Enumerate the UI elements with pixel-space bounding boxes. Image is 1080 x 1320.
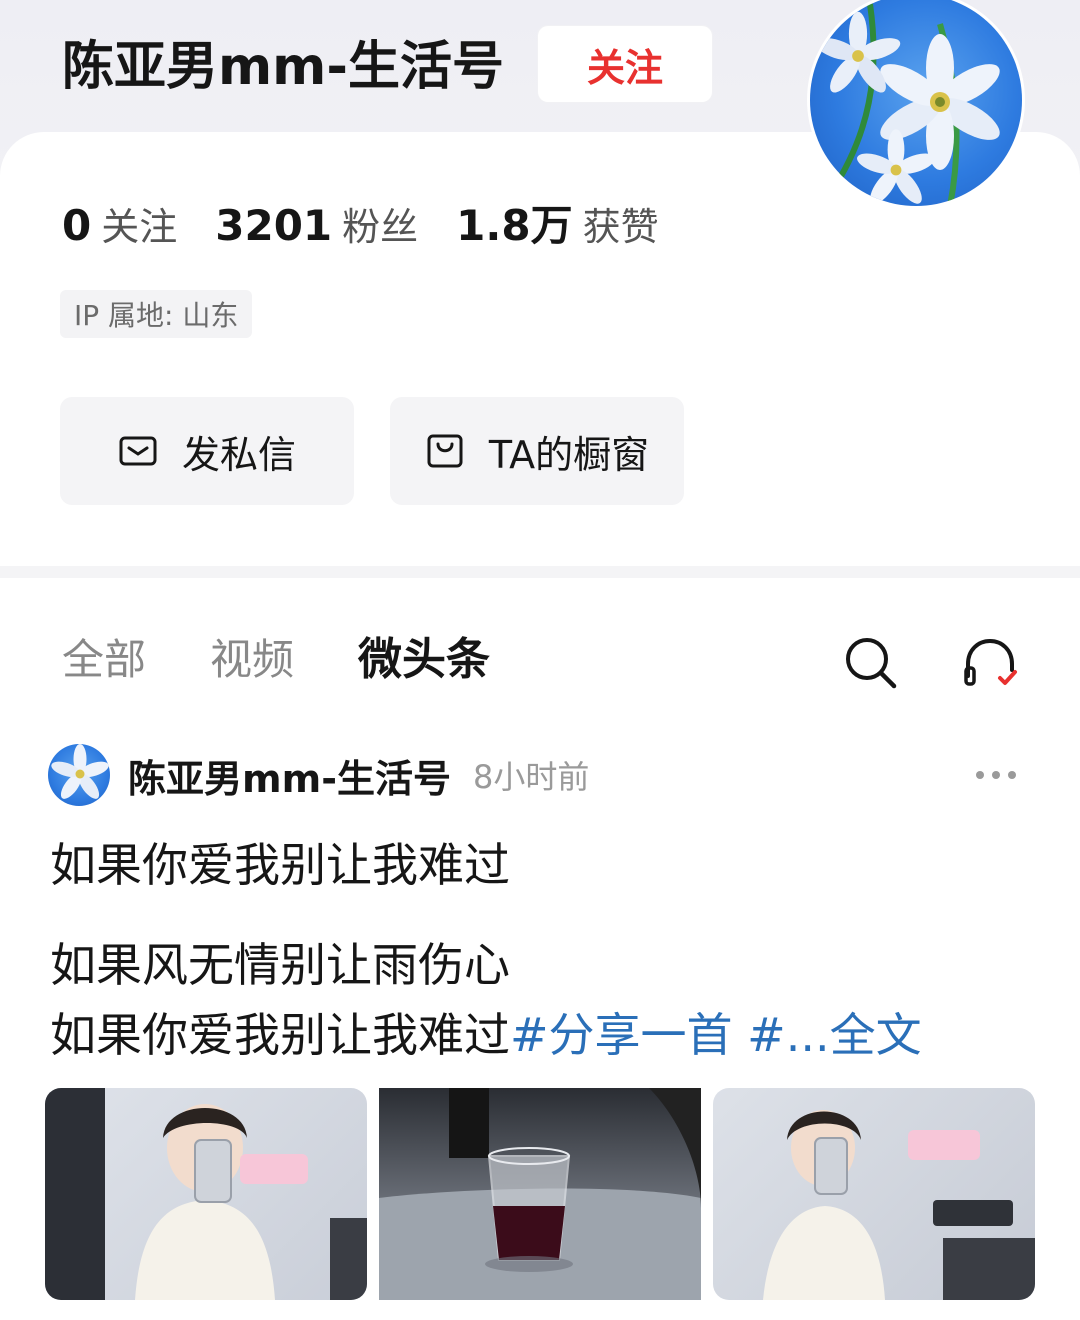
- stat-followers[interactable]: 3201 粉丝: [215, 196, 418, 251]
- tab-micro-posts[interactable]: 微头条: [358, 628, 490, 692]
- stat-likes-label: 获赞: [582, 205, 659, 249]
- post-timestamp: 8小时前: [472, 758, 590, 796]
- post-author-avatar[interactable]: [48, 744, 110, 806]
- post-header: 陈亚男mm-生活号 8小时前: [48, 744, 1038, 806]
- selfie-photo: [763, 1110, 1035, 1300]
- more-dots-icon[interactable]: [974, 765, 1018, 785]
- follow-button[interactable]: 关注: [538, 26, 712, 102]
- search-icon[interactable]: [840, 632, 900, 692]
- post-author-name[interactable]: 陈亚男mm-生活号: [128, 748, 451, 803]
- post-text-line-3-body: 如果你爱我别让我难过: [50, 1008, 510, 1062]
- flower-avatar-image: [815, 3, 1000, 206]
- ip-location-tag: IP 属地: 山东: [60, 290, 253, 338]
- shopping-bag-icon: [425, 431, 465, 471]
- tab-video[interactable]: 视频: [210, 628, 294, 692]
- headphones-icon[interactable]: [960, 632, 1020, 692]
- shop-window-button[interactable]: TA的橱窗: [390, 397, 684, 505]
- stat-followers-count: 3201: [215, 201, 333, 250]
- post-image-1[interactable]: [45, 1088, 367, 1300]
- selfie-photo: [45, 1088, 367, 1300]
- mail-icon: [118, 431, 158, 471]
- stat-likes[interactable]: 1.8万 获赞: [456, 192, 658, 253]
- wine-glass-photo: [379, 1088, 701, 1300]
- send-message-button[interactable]: 发私信: [60, 397, 354, 505]
- stat-followers-label: 粉丝: [342, 205, 419, 249]
- stat-following-count: 0: [62, 201, 92, 250]
- profile-avatar[interactable]: [810, 0, 1022, 206]
- post-text-line-3: 如果你爱我别让我难过#分享一首 #...全文: [50, 1000, 922, 1070]
- flower-avatar-image: [51, 744, 109, 799]
- profile-stats: 0 关注 3201 粉丝 1.8万 获赞: [62, 192, 697, 253]
- stat-following-label: 关注: [101, 205, 178, 249]
- post-text-line-2: 如果风无情别让雨伤心: [50, 938, 510, 992]
- content-tabs: 全部 视频 微头条: [62, 628, 554, 692]
- send-message-label: 发私信: [181, 432, 296, 477]
- profile-name: 陈亚男mm-生活号: [62, 37, 504, 97]
- post-image-2[interactable]: [379, 1088, 701, 1300]
- post-image-3[interactable]: [713, 1088, 1035, 1300]
- tab-all[interactable]: 全部: [62, 628, 146, 692]
- shop-window-label: TA的橱窗: [488, 432, 650, 477]
- post-text-line-1: 如果你爱我别让我难过: [50, 838, 510, 892]
- stat-following[interactable]: 0 关注: [62, 196, 177, 251]
- section-divider: [0, 566, 1080, 578]
- post-hashtag-link[interactable]: #分享一首 #...全文: [510, 1008, 922, 1062]
- stat-likes-count: 1.8万: [456, 201, 573, 250]
